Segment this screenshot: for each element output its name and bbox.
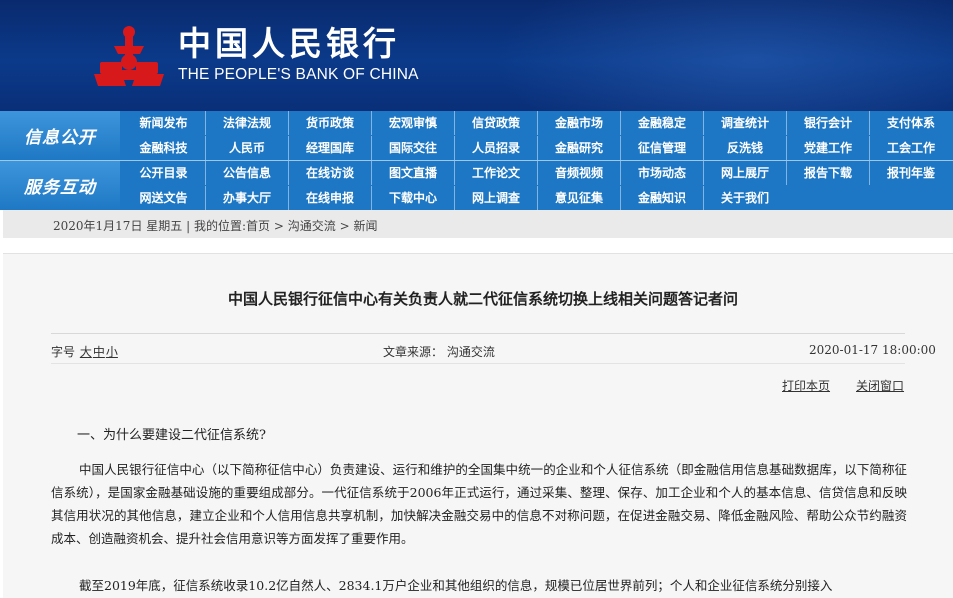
meta-divider-top [51,333,905,334]
nav-item[interactable]: 金融市场 [537,111,620,135]
nav-item[interactable]: 公开目录 [122,161,205,185]
main-nav: 信息公开 服务互动 新闻发布 法律法规 货币政策 宏观审慎 信贷政策 金融市场 … [0,111,953,210]
font-size-control: 字号 大中小 [51,343,118,360]
nav-section-service-interaction: 服务互动 [0,161,120,210]
nav-item[interactable]: 货币政策 [288,111,371,135]
nav-item[interactable]: 网送文告 [122,186,205,210]
meta-divider-bottom [51,363,905,364]
nav-item[interactable]: 经理国库 [288,136,371,160]
nav-row-1: 新闻发布 法律法规 货币政策 宏观审慎 信贷政策 金融市场 金融稳定 调查统计 … [122,111,953,135]
nav-grid: 新闻发布 法律法规 货币政策 宏观审慎 信贷政策 金融市场 金融稳定 调查统计 … [122,111,953,210]
nav-item[interactable]: 在线访谈 [288,161,371,185]
nav-row-3: 公开目录 公告信息 在线访谈 图文直播 工作论文 音频视频 市场动态 网上展厅 … [122,161,953,185]
nav-item[interactable]: 网上展厅 [703,161,786,185]
nav-item[interactable]: 音频视频 [537,161,620,185]
nav-row-4: 网送文告 办事大厅 在线申报 下载中心 网上调查 意见征集 金融知识 关于我们 [122,186,953,210]
nav-item[interactable]: 征信管理 [620,136,703,160]
print-page-link[interactable]: 打印本页 [782,377,830,394]
nav-item[interactable]: 宏观审慎 [371,111,454,135]
nav-item[interactable]: 意见征集 [537,186,620,210]
breadcrumb: 2020年1月17日 星期五 | 我的位置:首页 > 沟通交流 > 新闻 [53,219,378,233]
nav-item[interactable]: 下载中心 [371,186,454,210]
nav-item[interactable]: 金融科技 [122,136,205,160]
font-size-large-link[interactable]: 大 [80,345,92,359]
nav-item[interactable]: 办事大厅 [205,186,288,210]
nav-item[interactable]: 国际交往 [371,136,454,160]
nav-item[interactable]: 工会工作 [869,136,952,160]
nav-item[interactable]: 金融研究 [537,136,620,160]
nav-item[interactable]: 调查统计 [703,111,786,135]
breadcrumb-bar: 2020年1月17日 星期五 | 我的位置:首页 > 沟通交流 > 新闻 [3,210,953,238]
nav-item[interactable]: 关于我们 [703,186,786,210]
font-size-label: 字号 [51,345,76,359]
article-panel: 中国人民银行征信中心有关负责人就二代征信系统切换上线相关问题答记者问 字号 大中… [3,253,953,598]
font-size-small-link[interactable]: 小 [106,345,118,359]
header-glow [493,0,953,111]
nav-item[interactable]: 网上调查 [454,186,537,210]
close-window-link[interactable]: 关闭窗口 [856,377,904,394]
font-size-medium-link[interactable]: 中 [93,345,105,359]
nav-item[interactable]: 公告信息 [205,161,288,185]
article-title: 中国人民银行征信中心有关负责人就二代征信系统切换上线相关问题答记者问 [227,290,738,308]
article-datetime: 2020-01-17 18:00:00 [809,343,936,357]
bank-name-en: THE PEOPLE'S BANK OF CHINA [178,66,419,83]
site-header: 中国人民银行 THE PEOPLE'S BANK OF CHINA [0,0,953,111]
nav-item[interactable]: 市场动态 [620,161,703,185]
nav-item[interactable]: 金融知识 [620,186,703,210]
pboc-emblem-icon[interactable] [92,24,166,88]
location-prefix: 我的位置: [193,219,247,233]
bank-name-cn: 中国人民银行 [178,24,400,63]
nav-item[interactable]: 反洗钱 [703,136,786,160]
nav-item[interactable]: 报刊年鉴 [869,161,952,185]
article-paragraph: 中国人民银行征信中心（以下简称征信中心）负责建设、运行和维护的全国集中统一的企业… [51,462,907,546]
article-source: 文章来源： 沟通交流 [383,345,495,359]
nav-item[interactable]: 图文直播 [371,161,454,185]
nav-item[interactable]: 报告下载 [786,161,869,185]
nav-item[interactable]: 工作论文 [454,161,537,185]
article-paragraph: 截至2019年底，征信系统收录10.2亿自然人、2834.1万户企业和其他组织的… [79,578,833,593]
nav-item[interactable]: 党建工作 [786,136,869,160]
nav-item[interactable]: 人民币 [205,136,288,160]
breadcrumb-news[interactable]: 新闻 [353,219,377,233]
nav-item[interactable]: 法律法规 [205,111,288,135]
breadcrumb-communication[interactable]: 沟通交流 [288,219,336,233]
breadcrumb-home[interactable]: 首页 [246,219,270,233]
nav-item[interactable]: 信贷政策 [454,111,537,135]
nav-item[interactable]: 新闻发布 [122,111,205,135]
nav-item[interactable]: 人员招录 [454,136,537,160]
current-date: 2020年1月17日 星期五 [53,219,183,233]
nav-item[interactable]: 在线申报 [288,186,371,210]
section-heading: 一、为什么要建设二代征信系统? [77,428,266,443]
nav-section-info-disclosure: 信息公开 [0,111,120,160]
nav-item[interactable]: 支付体系 [869,111,952,135]
nav-item[interactable]: 银行会计 [786,111,869,135]
nav-item[interactable]: 金融稳定 [620,111,703,135]
nav-row-2: 金融科技 人民币 经理国库 国际交往 人员招录 金融研究 征信管理 反洗钱 党建… [122,136,953,160]
